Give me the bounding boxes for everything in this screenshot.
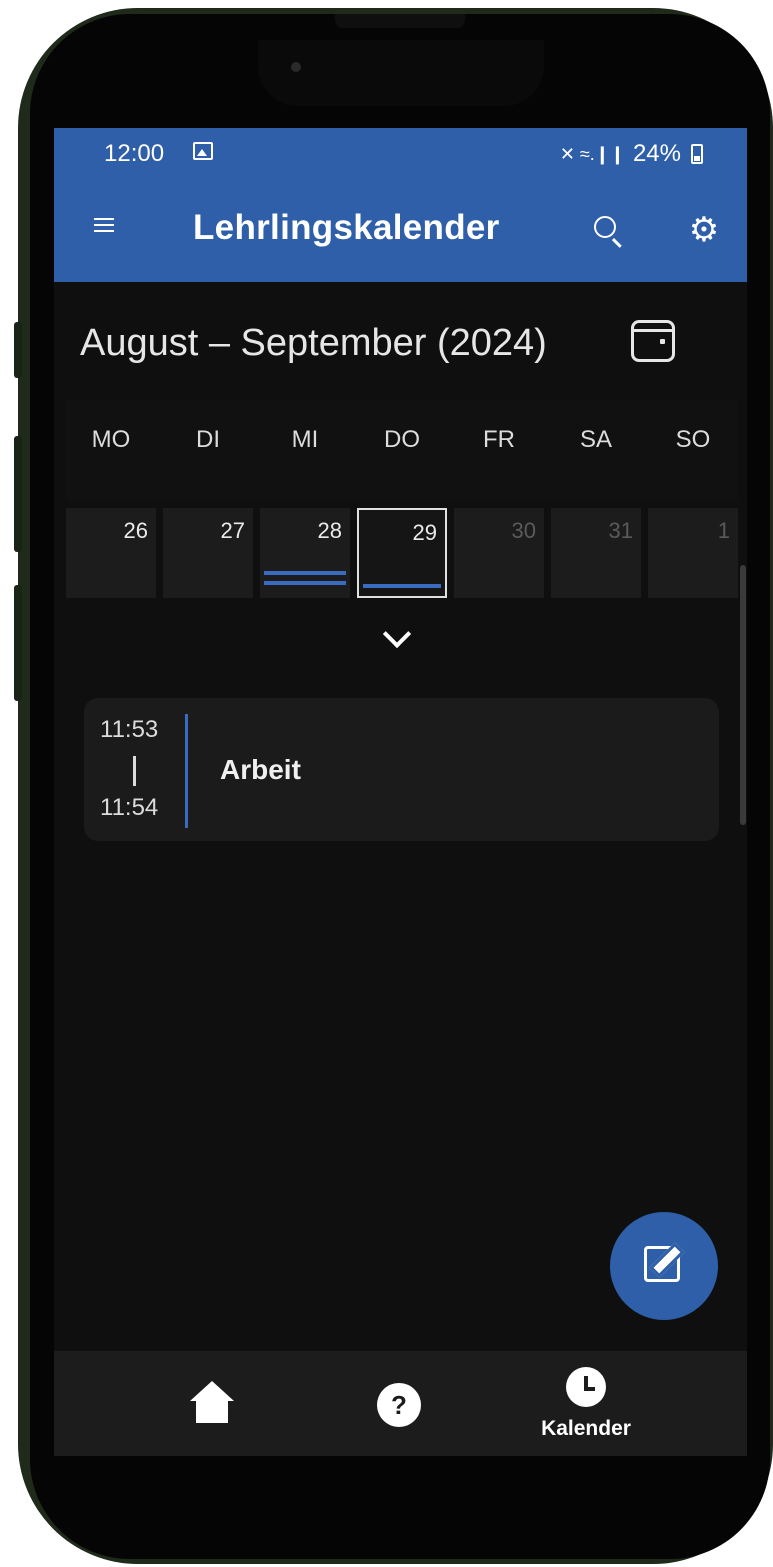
status-bar: 12:00 ✕ ≈.❙❙ 24% (54, 128, 747, 180)
weekday-sa: SA (579, 426, 612, 453)
event-title: Arbeit (220, 754, 301, 785)
time-separator (133, 756, 136, 786)
scrollbar[interactable] (740, 565, 746, 825)
day-cell[interactable]: 26 (66, 508, 156, 598)
calendar-icon[interactable] (631, 320, 675, 362)
camera-notch (258, 40, 544, 106)
day-number: 31 (608, 518, 633, 543)
status-time: 12:00 (104, 140, 165, 167)
day-cell[interactable]: 1 (648, 508, 738, 598)
event-start-time: 11:53 (100, 716, 159, 743)
day-number: 29 (412, 520, 437, 545)
speaker-grille (335, 14, 465, 28)
event-indicator (264, 581, 346, 585)
day-cell-selected[interactable]: 29 (357, 508, 447, 598)
day-number: 30 (511, 518, 536, 543)
app-bar: Lehrlingskalender ⚙ (54, 180, 747, 282)
weekday-do: DO (384, 426, 420, 453)
day-number: 26 (123, 518, 148, 543)
day-cell[interactable]: 31 (551, 508, 641, 598)
bottom-nav: ? Kalender (54, 1351, 747, 1456)
event-indicator (264, 571, 346, 575)
day-cell[interactable]: 30 (454, 508, 544, 598)
status-right: ✕ ≈.❙❙ 24% (560, 140, 703, 168)
chevron-down-icon[interactable] (382, 619, 412, 649)
edit-fab-button[interactable] (610, 1212, 718, 1320)
day-cell[interactable]: 27 (163, 508, 253, 598)
search-icon[interactable] (594, 216, 616, 238)
day-number: 27 (220, 518, 245, 543)
phone-volume-up-button (14, 436, 22, 552)
signal-icons: ✕ ≈.❙❙ (559, 143, 625, 164)
weekday-mi: MI (291, 426, 319, 453)
event-card[interactable]: 11:53 11:54 Arbeit (84, 698, 719, 841)
battery-icon (691, 144, 703, 164)
clock-icon[interactable] (566, 1367, 606, 1407)
event-color-bar (185, 714, 188, 828)
menu-icon[interactable] (94, 218, 114, 232)
event-indicator (363, 584, 441, 588)
front-camera (291, 62, 301, 72)
day-number: 28 (317, 518, 342, 543)
weekday-fr: FR (483, 426, 515, 453)
battery-percent: 24% (632, 140, 681, 167)
weekday-di: DI (196, 426, 220, 453)
day-cell[interactable]: 28 (260, 508, 350, 598)
nav-label-kalender[interactable]: Kalender (528, 1417, 644, 1441)
help-icon[interactable]: ? (377, 1383, 421, 1427)
home-icon[interactable] (190, 1381, 234, 1425)
phone-volume-down-button (14, 585, 22, 701)
date-range-title: August – September (2024) (80, 322, 547, 364)
weekday-mo: MO (91, 426, 131, 453)
gear-icon[interactable]: ⚙ (686, 212, 722, 248)
day-number: 1 (717, 518, 730, 543)
app-title: Lehrlingskalender (193, 208, 500, 247)
image-notification-icon (193, 142, 213, 160)
app-screen: 12:00 ✕ ≈.❙❙ 24% Lehrlingskalender ⚙ Aug… (54, 128, 747, 1456)
weekday-so: SO (675, 426, 711, 453)
event-end-time: 11:54 (100, 794, 159, 821)
weekday-header: MO DI MI DO FR SA SO (66, 400, 738, 500)
phone-side-button (14, 322, 22, 378)
